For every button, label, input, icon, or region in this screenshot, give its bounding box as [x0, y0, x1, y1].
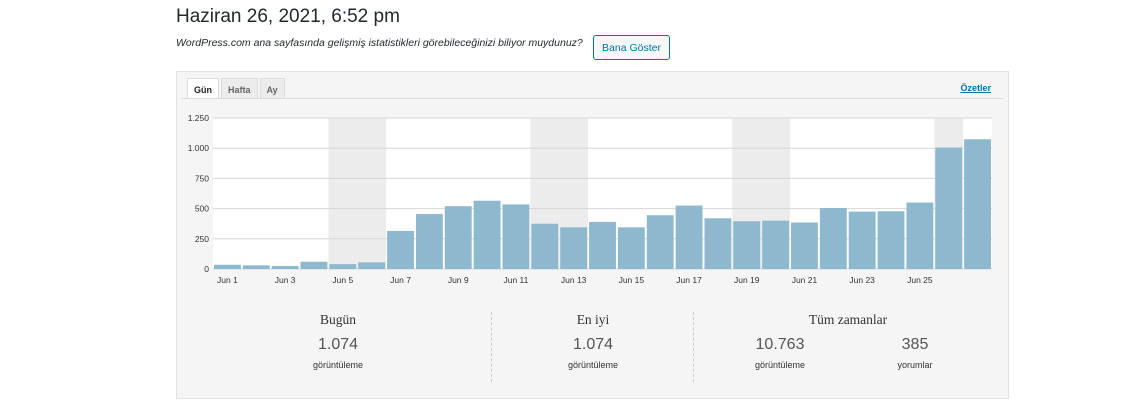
bar [935, 147, 963, 269]
weekend-band [328, 118, 358, 269]
bar [473, 200, 501, 269]
bar [617, 227, 645, 269]
bar [877, 211, 905, 269]
x-tick-label: Jun 19 [734, 275, 760, 285]
tab-day[interactable]: Gün [187, 78, 219, 98]
y-tick-label: 250 [195, 234, 209, 244]
x-tick-label: Jun 7 [390, 275, 411, 285]
bar [762, 220, 790, 269]
period-tabs: Gün Hafta Ay [187, 78, 285, 98]
bar [329, 264, 357, 269]
weekend-band [357, 118, 387, 269]
stat-divider [491, 312, 492, 382]
stat-best-label: görüntüleme [567, 360, 619, 370]
page-title: Haziran 26, 2021, 6:52 pm [176, 6, 400, 27]
tab-month[interactable]: Ay [259, 78, 285, 98]
y-tick-label: 1.250 [188, 113, 210, 123]
promo-text: WordPress.com ana sayfasında gelişmiş is… [176, 37, 583, 49]
stat-best-title: En iyi [576, 312, 610, 327]
bar [531, 223, 559, 269]
bar [819, 207, 847, 269]
x-tick-label: Jun 17 [676, 275, 702, 285]
bar [791, 222, 818, 269]
stat-all-time-views-label: görüntüleme [754, 360, 806, 370]
stat-all-time-comments: 385 yorumlar [875, 312, 955, 370]
bar [415, 214, 443, 269]
tab-week[interactable]: Hafta [221, 78, 258, 98]
x-tick-label: Jun 21 [792, 275, 818, 285]
stat-all-time-views: 10.763 görüntüleme [740, 312, 820, 370]
stat-today-title: Bugün [319, 312, 356, 327]
stats-panel: Gün Hafta Ay Özetler 0 250 500 750 1.000 1.25… [176, 71, 1009, 399]
stat-divider [693, 312, 694, 382]
bar [271, 265, 299, 269]
stat-best-value: 1.074 [572, 336, 614, 353]
views-bar-chart: 0 250 500 750 1.000 1.250 Jun 1 Jun 3 Jun 5 Jun 7… [188, 113, 992, 285]
bar [358, 262, 386, 269]
stat-best: En iyi 1.074 görüntüleme [543, 312, 643, 370]
bar [242, 265, 270, 269]
bar [704, 218, 732, 269]
y-tick-label: 750 [195, 173, 209, 183]
y-tick-label: 500 [195, 204, 209, 214]
stats-summary: Bugün 1.074 görüntüleme En iyi 1.074 gör… [177, 312, 1008, 384]
y-tick-label: 1.000 [188, 143, 210, 153]
bar [300, 261, 328, 269]
bar [733, 221, 761, 269]
stat-today: Bugün 1.074 görüntüleme [288, 312, 388, 370]
bar [502, 204, 530, 269]
x-tick-label: Jun 3 [275, 275, 296, 285]
bar [560, 227, 588, 269]
bar [964, 139, 991, 269]
bar [848, 211, 876, 269]
bar [387, 230, 414, 269]
x-tick-label: Jun 5 [332, 275, 353, 285]
views-chart: 0 250 500 750 1.000 1.250 Jun 1 Jun 3 Jun 5 Jun 7… [181, 98, 1004, 289]
stat-all-time-comments-label: yorumlar [897, 360, 933, 370]
x-tick-label: Jun 9 [448, 275, 469, 285]
stat-today-label: görüntüleme [312, 360, 364, 370]
bar [906, 202, 934, 269]
bar [675, 205, 703, 269]
y-tick-label: 0 [204, 264, 209, 274]
x-tick-label: Jun 25 [907, 275, 933, 285]
bar [646, 215, 674, 269]
bar [589, 221, 616, 269]
x-tick-label: Jun 11 [503, 275, 528, 285]
stat-all-time-comments-value: 385 [901, 336, 929, 353]
x-tick-label: Jun 13 [561, 275, 587, 285]
bar [444, 206, 472, 269]
x-tick-label: Jun 23 [849, 275, 875, 285]
stat-all-time-views-value: 10.763 [755, 336, 805, 353]
x-tick-label: Jun 15 [619, 275, 645, 285]
show-me-button[interactable]: Bana Göster [593, 35, 670, 60]
x-tick-label: Jun 1 [217, 275, 238, 285]
summaries-link[interactable]: Özetler [960, 83, 991, 93]
stat-today-value: 1.074 [317, 336, 359, 353]
bar [214, 264, 241, 269]
